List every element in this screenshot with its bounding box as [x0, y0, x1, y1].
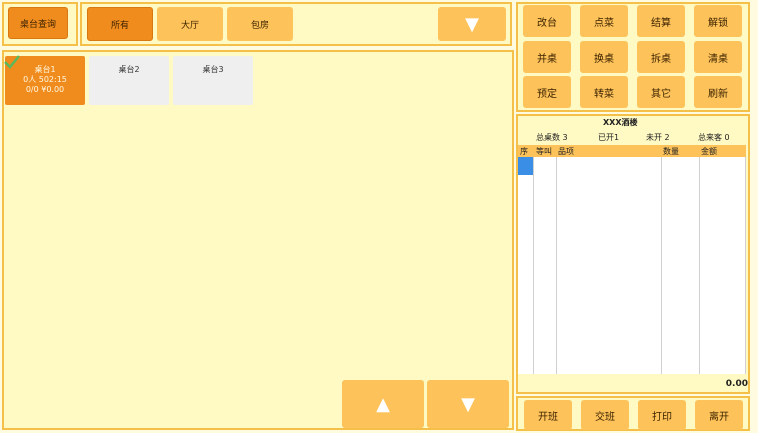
reserve-button[interactable]: 预定 [523, 76, 571, 108]
col-wait: 等叫 [536, 147, 552, 156]
check-icon [4, 55, 20, 69]
page-down-button[interactable]: ▼ [427, 380, 509, 428]
order-grid[interactable] [518, 157, 746, 374]
arrow-down-icon: ▼ [461, 393, 475, 415]
selected-row-marker [518, 157, 533, 175]
checkout-button[interactable]: 结算 [637, 5, 685, 37]
filter-room-tab[interactable]: 包房 [227, 7, 293, 41]
open-shift-button[interactable]: 开班 [524, 400, 572, 430]
split-table-button[interactable]: 拆桌 [637, 41, 685, 73]
exit-button[interactable]: 离开 [695, 400, 743, 430]
handover-button[interactable]: 交班 [581, 400, 629, 430]
pos-main-window: 桌台查询 所有 大厅 包房 ▼ 桌台1 0人 502:15 0/0 ¥0.00 … [0, 0, 758, 433]
unlock-button[interactable]: 解锁 [694, 5, 742, 37]
merge-table-button[interactable]: 并桌 [523, 41, 571, 73]
refresh-button[interactable]: 刷新 [694, 76, 742, 108]
clear-table-button[interactable]: 清桌 [694, 41, 742, 73]
table-status-line: 0人 502:15 [23, 75, 67, 84]
filter-all-tab[interactable]: 所有 [87, 7, 153, 41]
order-button[interactable]: 点菜 [580, 5, 628, 37]
page-up-button[interactable]: ▲ [342, 380, 424, 428]
print-button[interactable]: 打印 [638, 400, 686, 430]
order-total: 0.00 [725, 379, 748, 389]
table-name: 桌台2 [118, 65, 140, 74]
table-area-panel [2, 50, 514, 430]
scroll-down-button[interactable]: ▼ [438, 7, 506, 41]
filter-hall-tab[interactable]: 大厅 [157, 7, 223, 41]
table-card[interactable]: 桌台2 [89, 56, 169, 105]
transfer-dish-button[interactable]: 转菜 [580, 76, 628, 108]
change-table-button[interactable]: 改台 [523, 5, 571, 37]
col-item: 品项 [558, 147, 574, 156]
other-button[interactable]: 其它 [637, 76, 685, 108]
arrow-up-icon: ▲ [376, 393, 390, 415]
swap-table-button[interactable]: 换桌 [580, 41, 628, 73]
chevron-down-icon: ▼ [465, 13, 479, 35]
table-amount-line: 0/0 ¥0.00 [25, 85, 65, 94]
col-qty: 数量 [663, 147, 679, 156]
unopened-count: 未开 2 [646, 133, 670, 142]
col-amount: 金额 [701, 147, 717, 156]
col-seq: 序 [520, 147, 528, 156]
total-tables-count: 总桌数 3 [536, 133, 568, 142]
guests-count: 总来客 0 [698, 133, 730, 142]
restaurant-name: XXX酒楼 [603, 118, 638, 127]
table-query-button[interactable]: 桌台查询 [8, 7, 68, 39]
order-grid-header: 序 等叫 品项 数量 金额 [518, 145, 746, 157]
opened-count: 已开1 [598, 133, 620, 142]
table-name: 桌台3 [202, 65, 224, 74]
table-card[interactable]: 桌台3 [173, 56, 253, 105]
